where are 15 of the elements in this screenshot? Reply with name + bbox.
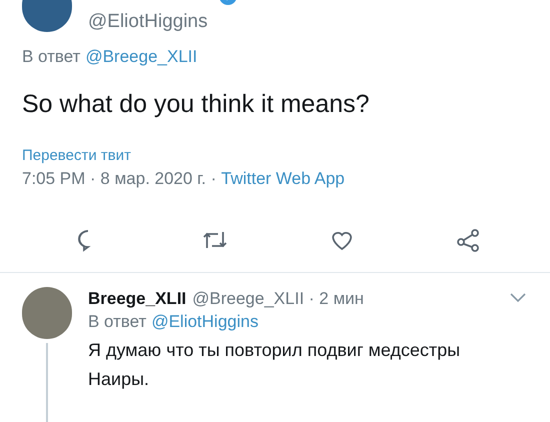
translate-link[interactable]: Перевести твит — [22, 146, 528, 166]
user-name: Breege_XLII — [88, 288, 186, 310]
user-handle: @Breege_XLII · 2 мин — [192, 288, 364, 310]
reply-label: В ответ — [22, 46, 80, 68]
mention-link[interactable]: @EliotHiggins — [151, 311, 258, 333]
share-icon[interactable] — [456, 228, 480, 252]
source-link[interactable]: Twitter Web App — [221, 168, 345, 190]
chevron-down-icon[interactable] — [510, 293, 526, 303]
mention-link[interactable]: @Breege_XLII — [85, 46, 198, 68]
tweet-timestamp: 7:05 PM · 8 мар. 2020 г. · — [22, 168, 218, 190]
user-handle: @EliotHiggins — [88, 10, 209, 34]
avatar[interactable] — [22, 287, 72, 339]
reply-label: В ответ — [88, 311, 146, 333]
reply-text: Я думаю что ты повторил подвиг медсестры Наиры. — [88, 339, 462, 391]
tweet-text: So what do you think it means? — [22, 89, 370, 120]
